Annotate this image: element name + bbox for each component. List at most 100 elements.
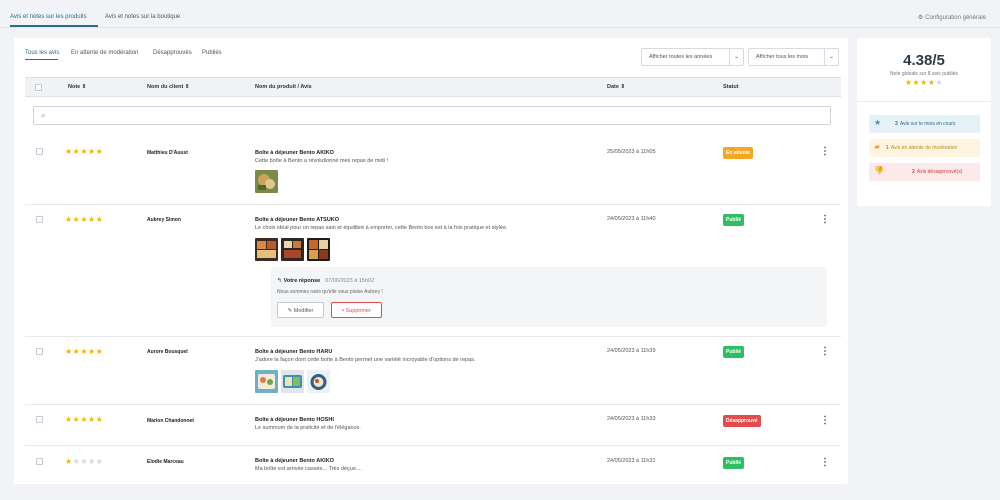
thumbs-down-icon: 👎 — [874, 166, 884, 175]
customer-name: Marion Chandonnet — [147, 418, 194, 424]
stat-month-reviews[interactable]: ★ 3 Avis sur le mois en cours — [869, 115, 980, 133]
star-icon: ★ — [874, 118, 882, 127]
column-date-label: Date — [607, 84, 619, 90]
stat-rejected-count: 2 — [912, 169, 915, 175]
star-icon: ★ — [65, 215, 73, 224]
column-date[interactable]: Date ⇕ — [607, 84, 625, 90]
reply-title: Votre réponse — [283, 278, 321, 284]
table-row: ★★★★★ Aurore Bousquet Boîte à déjeuner B… — [25, 337, 841, 405]
reply-header: ↰ Votre réponse 07/06/2023 à 15h02 — [277, 278, 374, 284]
delete-reply-button[interactable]: ▪ Supprimer — [331, 302, 382, 318]
select-all-checkbox[interactable] — [35, 84, 42, 91]
column-customer-label: Nom du client — [147, 84, 184, 90]
edit-reply-button[interactable]: ✎ Modifier — [277, 302, 324, 318]
review-photo[interactable] — [255, 170, 278, 193]
review-text: J'adore la façon dont cette boîte à Bent… — [255, 357, 476, 363]
filter-tab-all[interactable]: Tous les avis — [25, 50, 59, 56]
stat-pending-reviews[interactable]: ▰ 1 Avis en attente de modération — [869, 139, 980, 157]
sort-icon: ⇕ — [620, 84, 626, 90]
filter-tab-pending[interactable]: En attente de modération — [71, 50, 138, 56]
star-icon: ★ — [80, 415, 89, 424]
status-badge: Désapprouvé — [723, 415, 761, 427]
review-photo[interactable] — [255, 238, 278, 261]
column-product: Nom du produit / Avis — [255, 84, 312, 90]
general-settings-link[interactable]: ⚙ Configuration générale — [918, 14, 986, 21]
top-bar: Avis et notes sur les produits Avis et n… — [0, 0, 1000, 27]
month-filter-select[interactable]: Afficher tous les mois ⌄ — [748, 48, 839, 66]
review-date: 24/05/2023 à 11h33 — [607, 416, 656, 422]
filter-tab-published[interactable]: Publiés — [202, 50, 222, 56]
rating-stars: ★★★★★ — [65, 147, 103, 156]
rating-stars: ★★★★★ — [65, 215, 103, 224]
review-photo[interactable] — [281, 238, 304, 261]
more-actions-icon[interactable]: ⋮ — [820, 215, 830, 225]
product-name: Boîte à déjeuner Bento HARU — [255, 349, 333, 355]
delete-reply-label: Supprimer — [345, 308, 371, 314]
review-text: Le choix idéal pour un repas sain et équ… — [255, 225, 508, 231]
stat-rejected-label: Avis désapprouvé(s) — [916, 169, 963, 175]
filter-tab-rejected[interactable]: Désapprouvés — [153, 50, 192, 56]
customer-name: Elodie Marceau — [147, 459, 184, 465]
edit-reply-label: Modifier — [293, 308, 314, 314]
star-icon: ★ — [65, 457, 73, 466]
reply-arrow-icon: ↰ — [277, 278, 282, 284]
review-date: 24/05/2023 à 11h40 — [607, 216, 656, 222]
review-photo[interactable] — [307, 370, 330, 393]
review-photo[interactable] — [307, 238, 330, 261]
star-icon: ★ — [912, 78, 921, 87]
star-icon: ★ — [95, 147, 104, 156]
column-customer[interactable]: Nom du client ⇕ — [147, 84, 190, 90]
tab-product-reviews[interactable]: Avis et notes sur les produits — [10, 14, 87, 20]
rating-stars: ★★★★★ — [65, 457, 103, 466]
row-checkbox[interactable] — [36, 148, 43, 155]
column-note-label: Note — [68, 84, 81, 90]
tab-shop-reviews[interactable]: Avis et notes sur la boutique — [105, 14, 180, 20]
column-note[interactable]: Note ⇕ — [68, 84, 86, 90]
star-icon: ★ — [935, 78, 944, 87]
more-actions-icon[interactable]: ⋮ — [820, 347, 830, 357]
year-filter-value: Afficher toutes les années — [649, 54, 713, 60]
customer-name: Aurore Bousquet — [147, 349, 188, 355]
summary-divider — [857, 101, 991, 102]
more-actions-icon[interactable]: ⋮ — [820, 458, 830, 468]
stat-pending-count: 1 — [886, 145, 889, 151]
rating-stars: ★★★★★ — [65, 415, 103, 424]
customer-name: Aubrey Simon — [147, 217, 181, 223]
merchant-reply: ↰ Votre réponse 07/06/2023 à 15h02 Nous so… — [271, 267, 827, 327]
search-icon: ⌕ — [41, 111, 46, 120]
year-filter-select[interactable]: Afficher toutes les années ⌄ — [641, 48, 744, 66]
rating-stars: ★★★★★ — [65, 347, 103, 356]
star-icon: ★ — [88, 147, 96, 156]
product-name: Boîte à déjeuner Bento AKIKO — [255, 150, 334, 156]
customer-name: Matthieu D'Auust — [147, 150, 188, 156]
star-icon: ★ — [80, 457, 89, 466]
status-badge: Publié — [723, 457, 745, 469]
status-badge: Publié — [723, 346, 745, 358]
product-name: Boîte à déjeuner Bento ATSUKO — [255, 217, 340, 223]
row-checkbox[interactable] — [36, 216, 43, 223]
row-checkbox[interactable] — [36, 458, 43, 465]
sort-icon: ⇕ — [184, 84, 190, 90]
stat-month-count: 3 — [895, 121, 898, 127]
table-row: ★★★★★ Aubrey Simon Boîte à déjeuner Bent… — [25, 205, 841, 337]
edit-icon: ✎ — [287, 308, 293, 314]
row-checkbox[interactable] — [36, 416, 43, 423]
star-icon: ★ — [88, 457, 96, 466]
review-photo[interactable] — [255, 370, 278, 393]
table-row: ★★★★★ Marion Chandonnet Boîte à déjeuner… — [25, 405, 841, 446]
sort-icon: ⇕ — [81, 84, 87, 90]
search-input[interactable]: ⌕ — [33, 106, 831, 125]
rating-caption: Note globale sur 8 avis publiés — [889, 71, 959, 77]
chevron-down-icon: ⌄ — [729, 49, 743, 65]
star-icon: ★ — [95, 215, 104, 224]
stat-rejected-reviews[interactable]: 👎 2 Avis désapprouvé(s) — [869, 163, 980, 181]
star-icon: ★ — [95, 347, 104, 356]
row-checkbox[interactable] — [36, 348, 43, 355]
more-actions-icon[interactable]: ⋮ — [820, 147, 830, 157]
review-photo[interactable] — [281, 370, 304, 393]
review-text: Cette boîte à Bento a révolutionné mes r… — [255, 158, 388, 164]
more-actions-icon[interactable]: ⋮ — [820, 416, 830, 426]
stat-pending-label: Avis en attente de modération — [890, 145, 958, 151]
table-row: ★★★★★ Matthieu D'Auust Boîte à déjeuner … — [25, 132, 841, 205]
chevron-down-icon: ⌄ — [824, 49, 838, 65]
